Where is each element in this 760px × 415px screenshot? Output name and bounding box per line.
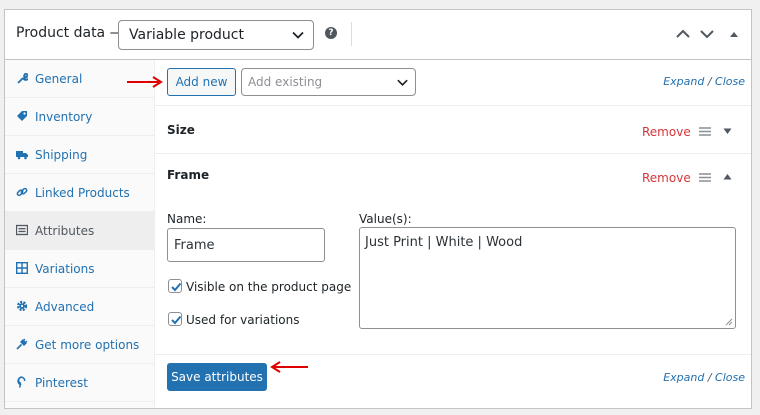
attribute-row-size[interactable]: Size Remove — [155, 106, 751, 154]
add-new-button[interactable]: Add new — [167, 68, 236, 96]
tab-get-more-options[interactable]: Get more options — [5, 326, 155, 364]
plug-icon — [16, 338, 28, 350]
expand-close-links: Expand / Close — [663, 75, 745, 88]
resize-handle-icon[interactable] — [723, 316, 733, 326]
link-separator: / — [704, 371, 716, 384]
tab-label: Shipping — [35, 148, 88, 162]
pinterest-icon — [17, 376, 26, 388]
grid-icon — [16, 262, 28, 274]
values-label: Value(s): — [359, 212, 412, 226]
chevron-down-icon[interactable] — [699, 27, 715, 41]
tab-label: Pinterest — [35, 376, 89, 390]
tab-advanced[interactable]: Advanced — [5, 288, 155, 326]
panel-header: Product data — Variable product ? — [5, 10, 751, 60]
expand-link[interactable]: Expand — [663, 371, 704, 384]
checkmark-icon — [171, 315, 182, 325]
product-data-tabs: General Inventory Shipping Linked Produc… — [5, 60, 155, 408]
tab-label: Inventory — [35, 110, 93, 124]
collapse-triangle-icon[interactable] — [729, 27, 739, 41]
chevron-up-icon[interactable] — [675, 27, 691, 41]
tab-attributes[interactable]: Attributes — [5, 212, 155, 250]
tab-label: Attributes — [35, 224, 95, 238]
gear-icon — [16, 300, 28, 312]
visible-label: Visible on the product page — [186, 280, 352, 294]
tab-label: Variations — [35, 262, 95, 276]
tab-linked-products[interactable]: Linked Products — [5, 174, 155, 212]
link-icon — [16, 187, 28, 197]
tab-label: General — [35, 72, 83, 86]
header-divider — [351, 22, 352, 46]
link-separator: / — [704, 75, 716, 88]
remove-link[interactable]: Remove — [642, 171, 691, 185]
panel-title: Product data — — [16, 25, 124, 41]
name-label: Name: — [167, 212, 207, 226]
help-icon[interactable]: ? — [325, 27, 337, 39]
used-for-variations-checkbox[interactable] — [168, 312, 182, 326]
tab-shipping[interactable]: Shipping — [5, 136, 155, 174]
attribute-values-textarea[interactable]: Just Print | White | Wood — [359, 227, 736, 329]
truck-icon — [16, 151, 28, 160]
attributes-toolbar: Add new Expand / Close — [155, 60, 751, 106]
tag-icon — [17, 111, 27, 121]
drag-handle-icon[interactable] — [699, 173, 711, 182]
wrench-icon — [17, 73, 28, 84]
attribute-row-frame[interactable]: Frame Remove — [155, 154, 751, 200]
attribute-name: Size — [167, 123, 195, 137]
remove-link[interactable]: Remove — [642, 125, 691, 139]
list-icon — [16, 224, 28, 236]
expand-link[interactable]: Expand — [663, 75, 704, 88]
collapse-triangle-icon[interactable] — [723, 173, 732, 181]
attribute-form: Name: Visible on the product page Used f… — [155, 200, 751, 355]
attributes-footer: Save attributes Expand / Close — [155, 355, 751, 408]
expand-triangle-icon[interactable] — [723, 127, 732, 135]
attribute-name-input[interactable] — [167, 228, 325, 262]
product-type-value: Variable product — [129, 27, 244, 43]
expand-close-links: Expand / Close — [663, 371, 745, 384]
close-link[interactable]: Close — [715, 371, 745, 384]
close-link[interactable]: Close — [715, 75, 745, 88]
add-existing-select[interactable] — [241, 68, 416, 96]
attributes-panel: Add new Expand / Close Size Remove Frame… — [155, 60, 751, 408]
used-for-variations-label: Used for variations — [186, 313, 300, 327]
tab-inventory[interactable]: Inventory — [5, 98, 155, 136]
save-attributes-button[interactable]: Save attributes — [167, 363, 267, 391]
checkmark-icon — [171, 282, 182, 292]
annotation-arrow-icon — [270, 361, 308, 373]
tab-label: Linked Products — [35, 186, 130, 200]
chevron-down-icon — [397, 79, 408, 87]
product-data-panel: Product data — Variable product ? Genera… — [4, 9, 752, 409]
add-existing-input[interactable] — [242, 69, 392, 95]
tab-label: Get more options — [35, 338, 140, 352]
annotation-arrow-icon — [127, 76, 163, 88]
product-type-select[interactable]: Variable product — [118, 20, 314, 50]
tab-variations[interactable]: Variations — [5, 250, 155, 288]
tab-pinterest[interactable]: Pinterest — [5, 364, 155, 402]
tab-label: Advanced — [35, 300, 95, 314]
visible-checkbox[interactable] — [168, 279, 182, 293]
drag-handle-icon[interactable] — [699, 127, 711, 136]
attribute-name: Frame — [167, 168, 210, 182]
chevron-down-icon — [292, 31, 304, 39]
